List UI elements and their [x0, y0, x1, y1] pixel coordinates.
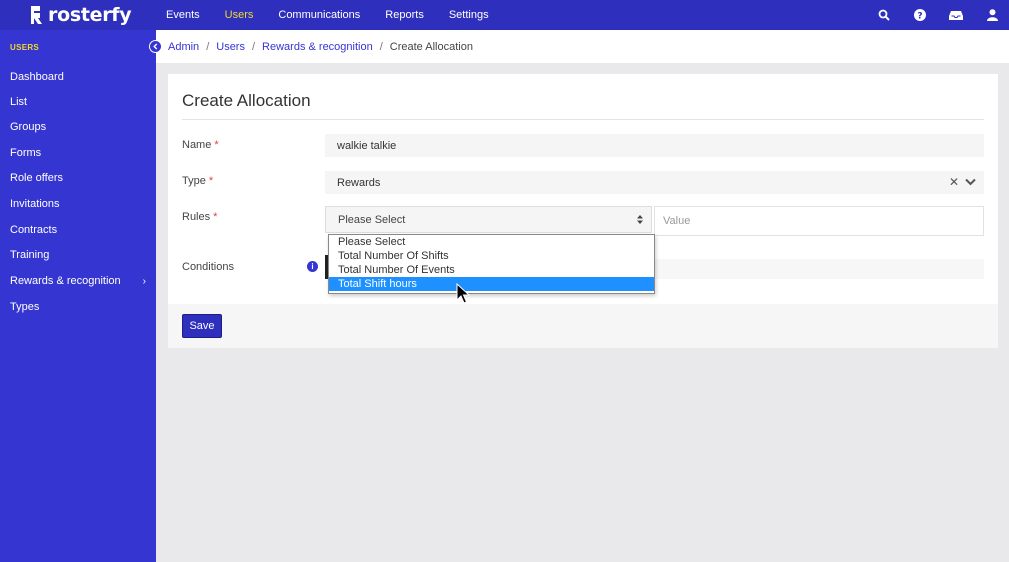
- type-label-text: Type: [182, 175, 206, 187]
- search-icon[interactable]: [877, 8, 891, 22]
- sidebar-item-label: Groups: [10, 121, 47, 133]
- logo[interactable]: rosterfy: [30, 2, 132, 28]
- type-label: Type *: [182, 175, 213, 187]
- chevron-left-icon: [153, 43, 158, 50]
- dropdown-option[interactable]: Total Number Of Shifts: [329, 249, 654, 263]
- sidebar-item-label: Training: [10, 249, 50, 261]
- rules-dropdown-list: Please Select Total Number Of Shifts Tot…: [328, 234, 655, 294]
- sidebar-item-list[interactable]: List: [10, 94, 150, 110]
- type-controls: ✕: [949, 175, 976, 189]
- info-icon[interactable]: i: [307, 261, 318, 272]
- conditions-field[interactable]: [654, 259, 984, 279]
- create-allocation-card: Create Allocation Name * walkie talkie Ty…: [168, 74, 998, 348]
- conditions-label: Conditions: [182, 261, 234, 273]
- required-marker: *: [208, 175, 214, 187]
- required-marker: *: [213, 211, 218, 223]
- top-nav: Events Users Communications Reports Sett…: [166, 0, 514, 30]
- rules-select-value: Please Select: [338, 213, 406, 226]
- topnav-users[interactable]: Users: [225, 9, 254, 21]
- topnav-settings[interactable]: Settings: [449, 9, 489, 21]
- sidebar-item-contracts[interactable]: Contracts: [10, 222, 150, 238]
- dropdown-option-selected[interactable]: Total Shift hours: [329, 277, 654, 291]
- name-label-text: Name: [182, 139, 212, 151]
- sidebar-item-label: Rewards & recognition: [10, 275, 121, 287]
- topnav-reports[interactable]: Reports: [385, 9, 424, 21]
- dropdown-option[interactable]: Please Select: [329, 235, 654, 249]
- chevron-right-icon: ›: [142, 275, 146, 287]
- breadcrumb: Admin / Users / Rewards & recognition / …: [168, 40, 473, 54]
- breadcrumb-users[interactable]: Users: [216, 41, 245, 53]
- required-marker: *: [214, 139, 219, 151]
- sidebar-item-dashboard[interactable]: Dashboard: [10, 69, 150, 85]
- svg-text:?: ?: [917, 11, 922, 21]
- sidebar-item-label: Dashboard: [10, 71, 64, 83]
- sidebar-item-role-offers[interactable]: Role offers: [10, 170, 150, 186]
- rules-label-text: Rules: [182, 211, 211, 223]
- sidebar-item-rewards-recognition[interactable]: Rewards & recognition ›: [10, 273, 150, 289]
- sidebar-item-invitations[interactable]: Invitations: [10, 196, 150, 212]
- user-icon[interactable]: [985, 8, 999, 22]
- sidebar-item-label: Contracts: [10, 224, 58, 236]
- title-divider: [182, 119, 984, 120]
- mouse-pointer-icon: [456, 283, 470, 304]
- sidebar-item-types[interactable]: Types: [10, 299, 150, 315]
- sidebar-heading: USERS: [10, 43, 40, 52]
- breadcrumb-rewards-recognition[interactable]: Rewards & recognition: [262, 41, 373, 53]
- rules-label: Rules *: [182, 211, 217, 223]
- sidebar-item-label: Invitations: [10, 198, 60, 210]
- topnav-communications[interactable]: Communications: [278, 9, 360, 21]
- clear-icon[interactable]: ✕: [949, 175, 959, 189]
- top-bar: rosterfy Events Users Communications Rep…: [0, 0, 1009, 30]
- rules-value-input[interactable]: Value: [654, 206, 984, 236]
- topnav-events[interactable]: Events: [166, 9, 200, 21]
- save-button[interactable]: Save: [182, 314, 222, 338]
- name-label: Name *: [182, 139, 219, 151]
- breadcrumb-current: Create Allocation: [389, 41, 473, 53]
- page-title: Create Allocation: [182, 91, 311, 110]
- collapse-sidebar-button[interactable]: [149, 40, 162, 53]
- name-field[interactable]: walkie talkie: [325, 134, 984, 157]
- dropdown-option[interactable]: Total Number Of Events: [329, 263, 654, 277]
- sidebar-item-groups[interactable]: Groups: [10, 119, 150, 135]
- brand-name: rosterfy: [48, 4, 132, 26]
- sort-arrows-icon: [637, 215, 643, 224]
- sidebar-item-label: Types: [10, 301, 40, 313]
- help-icon[interactable]: ?: [913, 8, 927, 22]
- sidebar-item-forms[interactable]: Forms: [10, 145, 150, 161]
- sidebar-item-label: Forms: [10, 147, 42, 159]
- type-select[interactable]: Rewards ✕: [325, 171, 984, 194]
- inbox-icon[interactable]: [949, 8, 963, 22]
- card-footer: [168, 304, 998, 348]
- rules-select[interactable]: Please Select: [325, 206, 652, 233]
- breadcrumb-separator: /: [379, 41, 383, 53]
- sidebar-item-label: List: [10, 96, 28, 108]
- breadcrumb-admin[interactable]: Admin: [168, 41, 199, 53]
- top-icons: ?: [855, 0, 999, 30]
- rosterfy-logo-icon: [31, 6, 42, 24]
- sidebar-item-training[interactable]: Training: [10, 247, 150, 263]
- breadcrumb-separator: /: [251, 41, 256, 53]
- type-select-value: Rewards: [337, 176, 381, 189]
- sidebar: USERS Dashboard List Groups Forms Role o…: [0, 30, 156, 562]
- breadcrumb-separator: /: [206, 41, 210, 53]
- chevron-down-icon[interactable]: [965, 178, 976, 186]
- sidebar-item-label: Role offers: [10, 172, 63, 184]
